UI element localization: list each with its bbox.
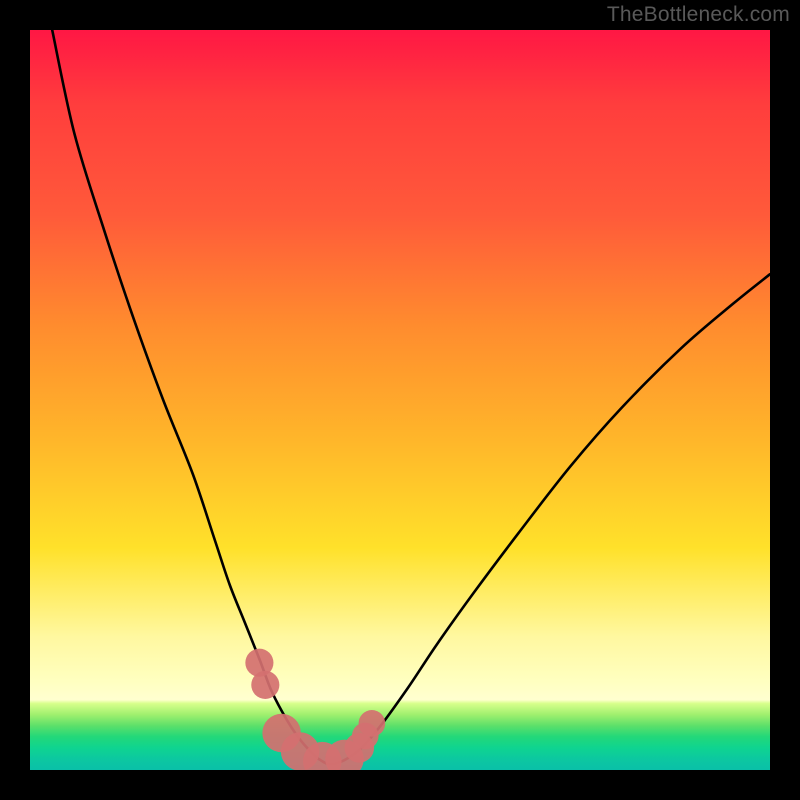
curve-marker [251, 671, 279, 699]
curve-path [52, 30, 770, 764]
plot-area [30, 30, 770, 770]
curve-markers [245, 649, 385, 770]
watermark-text: TheBottleneck.com [607, 3, 790, 27]
curves-svg [30, 30, 770, 770]
bottleneck-curve [52, 30, 770, 764]
chart-frame: TheBottleneck.com [0, 0, 800, 800]
curve-marker [359, 710, 386, 737]
